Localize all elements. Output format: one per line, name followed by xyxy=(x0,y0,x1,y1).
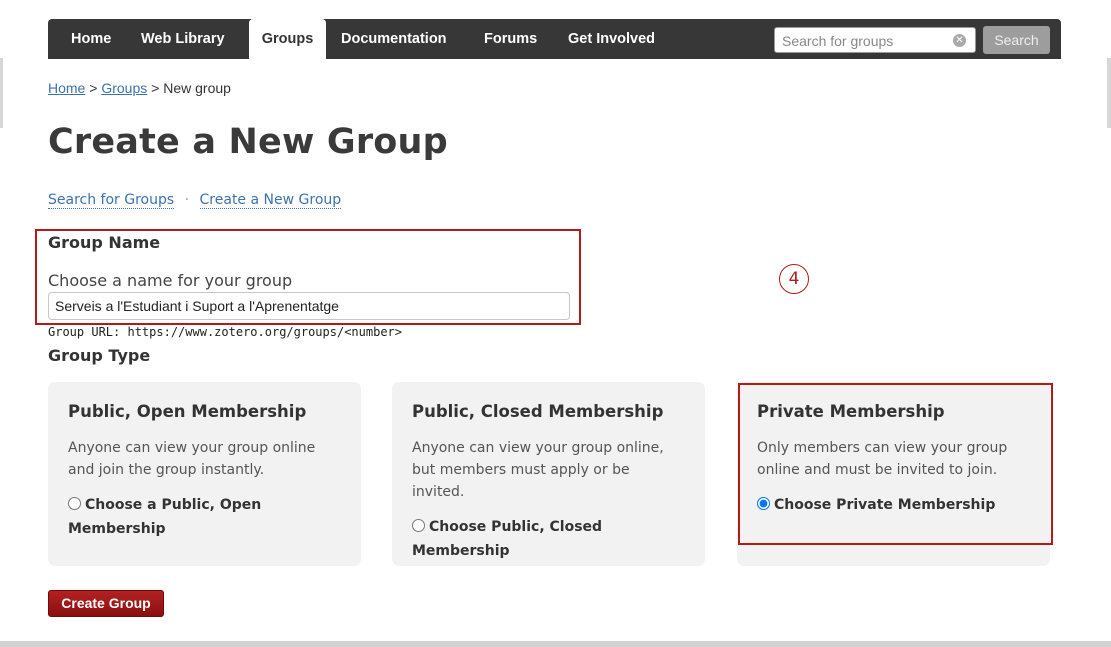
right-edge-strip xyxy=(1107,58,1111,128)
group-type-card-public-open: Public, Open Membership Anyone can view … xyxy=(48,382,361,566)
clear-icon[interactable]: ✕ xyxy=(953,34,966,47)
group-type-card-public-closed: Public, Closed Membership Anyone can vie… xyxy=(392,382,705,566)
radio-label-text: Choose a Public, Open Membership xyxy=(68,497,262,537)
group-type-heading: Group Type xyxy=(48,346,151,365)
main-navbar: Home Web Library Groups Documentation Fo… xyxy=(48,19,1061,59)
nav-forums[interactable]: Forums xyxy=(484,19,537,59)
breadcrumb-current: New group xyxy=(163,80,231,96)
group-name-heading: Group Name xyxy=(48,233,161,252)
nav-get-involved[interactable]: Get Involved xyxy=(568,19,655,59)
nav-search-box: ✕ xyxy=(774,27,976,53)
group-type-title: Public, Closed Membership xyxy=(412,402,664,421)
group-type-description: Anyone can view your group online, but m… xyxy=(412,440,664,500)
annotation-highlight-private xyxy=(738,383,1053,545)
radio-public-open[interactable] xyxy=(68,497,81,510)
create-group-button[interactable]: Create Group xyxy=(48,590,164,617)
create-group-link[interactable]: Create a New Group xyxy=(199,192,342,209)
nav-home[interactable]: Home xyxy=(71,19,111,59)
radio-public-closed-label[interactable]: Choose Public, Closed Membership xyxy=(412,515,685,563)
breadcrumb-separator: > xyxy=(151,80,160,96)
search-groups-link[interactable]: Search for Groups xyxy=(48,192,175,209)
group-name-label: Choose a name for your group xyxy=(48,271,293,290)
bottom-edge xyxy=(0,641,1111,647)
radio-label-text: Choose Public, Closed Membership xyxy=(412,519,603,559)
group-name-input[interactable] xyxy=(48,292,570,320)
group-type-description: Anyone can view your group online and jo… xyxy=(68,440,316,478)
breadcrumb-separator: > xyxy=(89,80,98,96)
nav-web-library[interactable]: Web Library xyxy=(141,19,225,59)
subnav-separator: · xyxy=(184,192,190,208)
breadcrumb-groups-link[interactable]: Groups xyxy=(101,80,147,96)
breadcrumb: Home > Groups > New group xyxy=(48,80,231,96)
nav-documentation[interactable]: Documentation xyxy=(341,19,447,59)
nav-groups[interactable]: Groups xyxy=(249,19,326,59)
radio-public-closed[interactable] xyxy=(412,519,425,532)
search-input[interactable] xyxy=(780,31,954,51)
radio-public-open-label[interactable]: Choose a Public, Open Membership xyxy=(68,493,341,541)
group-type-title: Public, Open Membership xyxy=(68,402,307,421)
group-subnav: Search for Groups · Create a New Group xyxy=(48,192,342,209)
annotation-step-badge: 4 xyxy=(779,264,809,294)
group-url-hint: Group URL: https://www.zotero.org/groups… xyxy=(48,325,403,339)
breadcrumb-home-link[interactable]: Home xyxy=(48,80,85,96)
page-title: Create a New Group xyxy=(48,122,448,162)
search-button[interactable]: Search xyxy=(983,26,1050,54)
